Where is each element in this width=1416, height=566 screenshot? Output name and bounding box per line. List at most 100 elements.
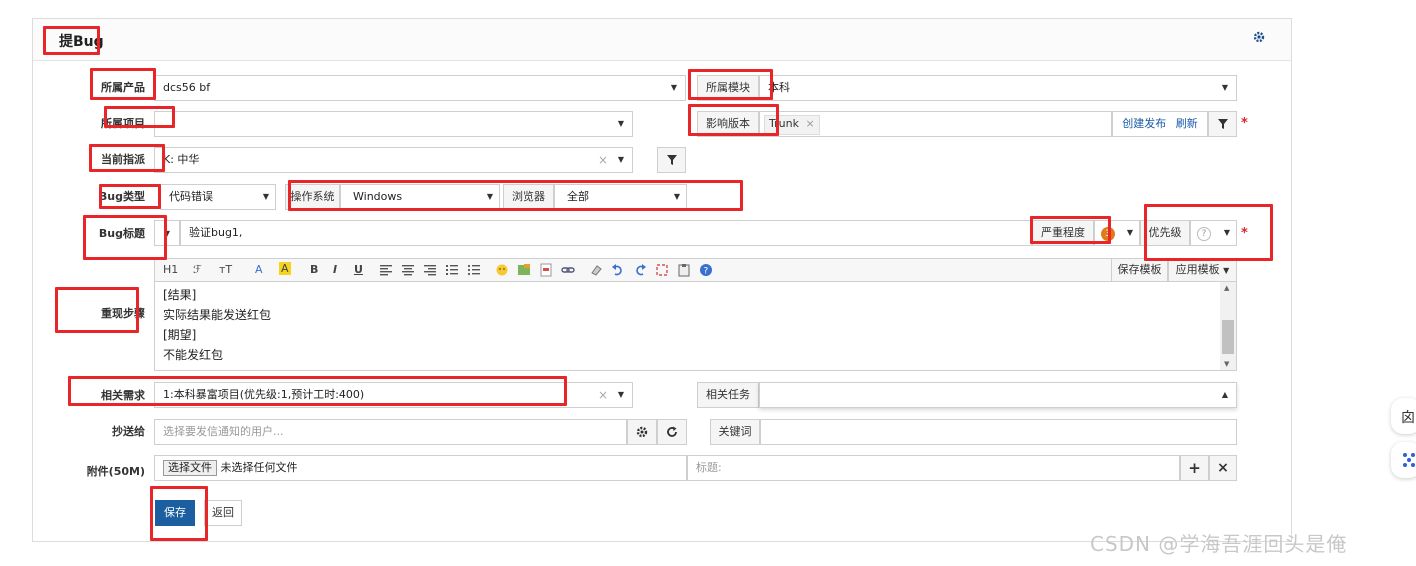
help-icon[interactable]: ?: [699, 263, 713, 280]
choose-file-button[interactable]: 选择文件: [163, 460, 217, 476]
ordered-list-icon[interactable]: [445, 263, 459, 280]
product-value: dcs56 bf: [163, 81, 211, 94]
annotation-box: [99, 184, 161, 209]
eraser-icon[interactable]: [589, 263, 603, 280]
bug-type-value: 代码错误: [169, 190, 213, 203]
annotation-box: [288, 180, 743, 211]
chevron-down-icon: ▼: [1126, 228, 1133, 237]
undo-icon[interactable]: [611, 263, 625, 280]
chevron-down-icon: ▼: [617, 155, 624, 164]
assign-filter-button[interactable]: [657, 147, 686, 173]
no-file-text: 未选择任何文件: [220, 461, 298, 474]
scrollbar-thumb[interactable]: [1222, 320, 1234, 354]
close-icon[interactable]: ×: [805, 117, 814, 130]
mailto-settings-button[interactable]: [627, 419, 657, 445]
heading-button[interactable]: H1: [163, 263, 178, 276]
italic-button[interactable]: I: [333, 263, 337, 276]
module-select[interactable]: 本科 ▼: [759, 75, 1237, 101]
align-left-icon[interactable]: [379, 263, 393, 280]
annotation-box: [104, 106, 175, 128]
chevron-down-icon: ▼: [670, 83, 677, 92]
ai-assistant-button[interactable]: [1391, 442, 1416, 478]
annotation-box: [43, 26, 100, 55]
align-right-icon[interactable]: [423, 263, 437, 280]
panel-header: [33, 19, 1291, 61]
task-select[interactable]: ▲: [759, 382, 1237, 408]
code-icon[interactable]: [539, 263, 553, 280]
build-select[interactable]: Trunk ×: [759, 111, 1112, 137]
watermark: CSDN @学海吾涯回头是俺: [1090, 532, 1348, 556]
title-input[interactable]: 验证bug1,: [180, 220, 1032, 246]
assign-select[interactable]: K: 中华 × ▼: [154, 147, 633, 173]
editor-toolbar: H1 ℱ тT A A B I U ? 保存模板 应用模板 ▼: [154, 258, 1237, 282]
filter-button[interactable]: [1208, 111, 1237, 137]
clear-icon[interactable]: ×: [598, 383, 608, 407]
back-button[interactable]: 返回: [204, 500, 242, 526]
bold-button[interactable]: B: [310, 263, 318, 276]
image-icon[interactable]: [517, 263, 531, 280]
assign-value: K: 中华: [163, 153, 200, 166]
annotation-box: [150, 486, 208, 541]
font-size-button[interactable]: тT: [219, 263, 232, 276]
annotation-box: [55, 287, 139, 333]
network-icon: [1403, 453, 1415, 467]
font-family-button[interactable]: ℱ: [193, 263, 202, 276]
underline-button[interactable]: U: [354, 263, 363, 276]
title-value: 验证bug1,: [189, 226, 243, 239]
chevron-down-icon: ▼: [1223, 266, 1230, 275]
required-mark: *: [1241, 116, 1248, 131]
gear-icon[interactable]: [1253, 31, 1265, 47]
chevron-down-icon: ▼: [617, 119, 624, 128]
link-icon[interactable]: [561, 263, 575, 280]
steps-line: [结果]: [163, 288, 197, 302]
chevron-down-icon: ▼: [1221, 83, 1228, 92]
annotation-box: [1144, 204, 1273, 261]
chevron-down-icon: ▼: [617, 390, 624, 399]
chevron-down-icon: ▼: [262, 192, 269, 201]
unordered-list-icon[interactable]: [467, 263, 481, 280]
font-color-button[interactable]: A: [255, 263, 263, 276]
highlight-button[interactable]: A: [279, 262, 291, 275]
steps-line: 实际结果能发送红包: [163, 308, 272, 322]
refresh-link[interactable]: 刷新: [1176, 117, 1198, 130]
translate-icon: 囟: [1401, 410, 1415, 426]
bug-type-select[interactable]: 代码错误 ▼: [160, 184, 276, 210]
annotation-box: [83, 215, 167, 260]
project-select[interactable]: ▼: [154, 111, 633, 137]
align-center-icon[interactable]: [401, 263, 415, 280]
mailto-placeholder: 选择要发信通知的用户...: [163, 425, 284, 438]
task-label: 相关任务: [697, 382, 759, 408]
translate-button[interactable]: 囟: [1391, 398, 1416, 434]
annotation-box: [90, 68, 156, 100]
chevron-up-icon: ▲: [1221, 390, 1228, 399]
svg-text:?: ?: [704, 267, 709, 277]
add-file-button[interactable]: +: [1180, 455, 1209, 481]
editor-scrollbar[interactable]: ▲ ▼: [1220, 282, 1236, 370]
save-template-button[interactable]: 保存模板: [1111, 258, 1168, 282]
scroll-down-icon[interactable]: ▼: [1224, 360, 1229, 368]
create-build-link[interactable]: 创建发布: [1122, 117, 1166, 130]
annotation-box: [89, 144, 165, 172]
remove-file-button[interactable]: ×: [1209, 455, 1237, 481]
steps-editor[interactable]: [结果] 实际结果能发送红包 [期望] 不能发红包 ▲ ▼: [154, 282, 1237, 371]
redo-icon[interactable]: [633, 263, 647, 280]
annotation-box: [1030, 216, 1111, 244]
annotation-box: [688, 69, 773, 100]
product-select[interactable]: dcs56 bf ▼: [154, 75, 686, 101]
file-input[interactable]: 选择文件 未选择任何文件: [154, 455, 687, 481]
paste-icon[interactable]: [677, 263, 691, 280]
refresh-contacts-button[interactable]: [657, 419, 687, 445]
mailto-input[interactable]: 选择要发信通知的用户...: [154, 419, 627, 445]
keywords-input[interactable]: [760, 419, 1237, 445]
apply-template-label: 应用模板: [1175, 263, 1220, 276]
build-actions: 创建发布 刷新: [1112, 111, 1208, 137]
emoji-icon[interactable]: [495, 263, 509, 280]
fullscreen-icon[interactable]: [655, 263, 669, 280]
file-title-input[interactable]: 标题:: [687, 455, 1180, 481]
apply-template-button[interactable]: 应用模板 ▼: [1168, 258, 1237, 282]
files-label: 附件(50M): [86, 465, 145, 478]
clear-icon[interactable]: ×: [598, 148, 608, 172]
annotation-box: [688, 104, 779, 136]
scroll-up-icon[interactable]: ▲: [1224, 284, 1229, 292]
keywords-label: 关键词: [710, 419, 760, 445]
